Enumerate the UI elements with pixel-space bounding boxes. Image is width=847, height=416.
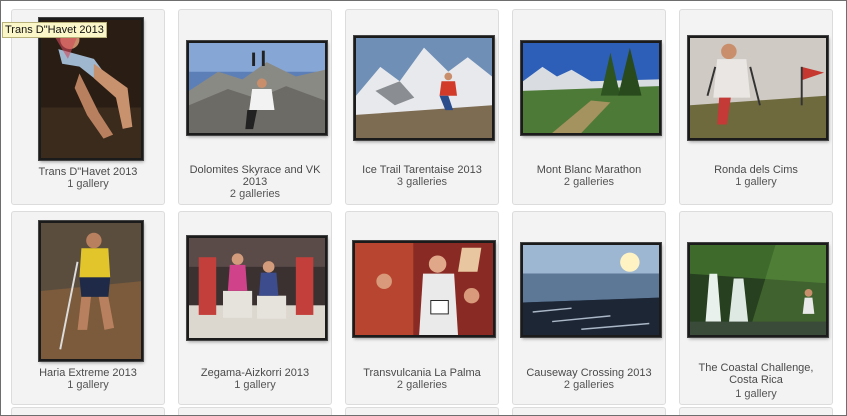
gallery-grid: Trans D"Havet 2013 1 gallery Dolomites S…: [0, 0, 847, 416]
gallery-card[interactable]: Causeway Crossing 2013 2 galleries: [512, 211, 666, 405]
gallery-count: 3 galleries: [396, 176, 448, 188]
gallery-card[interactable]: Transvulcania La Palma 2 galleries: [345, 211, 499, 405]
gallery-card[interactable]: Zegama-Aizkorri 2013 1 gallery: [178, 211, 332, 405]
gallery-card-partial[interactable]: [679, 407, 833, 415]
gallery-card-partial[interactable]: [11, 407, 165, 415]
gallery-thumbnail[interactable]: [688, 243, 828, 337]
gallery-card[interactable]: Mont Blanc Marathon 2 galleries: [512, 9, 666, 205]
gallery-card-partial[interactable]: [345, 407, 499, 415]
gallery-count: 1 gallery: [67, 379, 109, 391]
gallery-title[interactable]: Transvulcania La Palma: [350, 367, 494, 379]
gallery-thumbnail[interactable]: [187, 236, 327, 340]
gallery-count: 1 gallery: [735, 176, 777, 188]
gallery-thumbnail[interactable]: [353, 241, 495, 337]
gallery-count: 1 gallery: [735, 388, 777, 400]
gallery-title[interactable]: Ice Trail Tarentaise 2013: [350, 164, 494, 176]
gallery-count: 1 gallery: [67, 178, 109, 190]
gallery-card[interactable]: Trans D"Havet 2013 1 gallery: [11, 9, 165, 205]
gallery-thumbnail[interactable]: [39, 18, 143, 160]
gallery-count: 2 galleries: [229, 188, 281, 200]
gallery-thumbnail[interactable]: [39, 221, 143, 361]
gallery-card[interactable]: Ronda dels Cims 1 gallery: [679, 9, 833, 205]
gallery-card-partial[interactable]: [178, 407, 332, 415]
gallery-card[interactable]: Ice Trail Tarentaise 2013 3 galleries: [345, 9, 499, 205]
gallery-thumbnail[interactable]: [521, 41, 661, 135]
gallery-title[interactable]: Mont Blanc Marathon: [517, 164, 661, 176]
gallery-title[interactable]: Haria Extreme 2013: [16, 367, 160, 379]
gallery-title[interactable]: Trans D"Havet 2013: [16, 166, 160, 178]
gallery-card[interactable]: Dolomites Skyrace and VK 2013 2 gallerie…: [178, 9, 332, 205]
gallery-card[interactable]: The Coastal Challenge, Costa Rica 1 gall…: [679, 211, 833, 405]
gallery-thumbnail[interactable]: [187, 41, 327, 135]
gallery-card[interactable]: Haria Extreme 2013 1 gallery: [11, 211, 165, 405]
gallery-title[interactable]: The Coastal Challenge, Costa Rica: [684, 362, 828, 386]
gallery-title[interactable]: Dolomites Skyrace and VK 2013: [183, 164, 327, 188]
gallery-thumbnail[interactable]: [688, 36, 828, 140]
gallery-count: 2 galleries: [396, 379, 448, 391]
gallery-thumbnail[interactable]: [354, 36, 494, 140]
gallery-title[interactable]: Causeway Crossing 2013: [517, 367, 661, 379]
gallery-title[interactable]: Ronda dels Cims: [684, 164, 828, 176]
gallery-count: 2 galleries: [563, 176, 615, 188]
gallery-card-partial[interactable]: [512, 407, 666, 415]
gallery-thumbnail[interactable]: [521, 243, 661, 337]
gallery-count: 2 galleries: [563, 379, 615, 391]
gallery-count: 1 gallery: [234, 379, 276, 391]
tooltip: Trans D"Havet 2013: [2, 22, 107, 38]
gallery-title[interactable]: Zegama-Aizkorri 2013: [183, 367, 327, 379]
